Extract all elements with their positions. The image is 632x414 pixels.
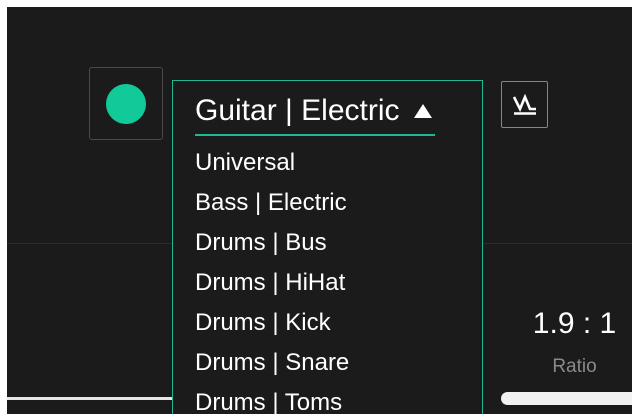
plugin-panel: Guitar | Electric Universal Bass | Elect…: [7, 7, 632, 414]
dropdown-header[interactable]: Guitar | Electric: [195, 93, 475, 129]
waveform-button[interactable]: [501, 81, 548, 128]
instrument-dropdown[interactable]: Guitar | Electric Universal Bass | Elect…: [172, 80, 483, 414]
dropdown-options: Universal Bass | Electric Drums | Bus Dr…: [195, 143, 349, 414]
ratio-slider-track[interactable]: [501, 392, 632, 405]
slider-track[interactable]: [7, 397, 177, 400]
dropdown-underline: [195, 134, 435, 136]
dropdown-selected-value: Guitar | Electric: [195, 94, 400, 127]
ratio-value: 1.9 : 1: [532, 307, 617, 340]
dropdown-option[interactable]: Bass | Electric: [195, 183, 349, 223]
color-selector-button[interactable]: [89, 67, 163, 140]
dropdown-option[interactable]: Drums | Kick: [195, 303, 349, 343]
waveform-icon: [512, 93, 536, 115]
dropdown-option[interactable]: Drums | HiHat: [195, 263, 349, 303]
dropdown-option[interactable]: Drums | Snare: [195, 343, 349, 383]
ratio-label: Ratio: [552, 356, 597, 377]
caret-up-icon: [413, 104, 432, 118]
dropdown-option[interactable]: Universal: [195, 143, 349, 183]
circle-swatch-icon: [106, 83, 146, 124]
dropdown-option[interactable]: Drums | Toms: [195, 383, 349, 414]
dropdown-option[interactable]: Drums | Bus: [195, 223, 349, 263]
